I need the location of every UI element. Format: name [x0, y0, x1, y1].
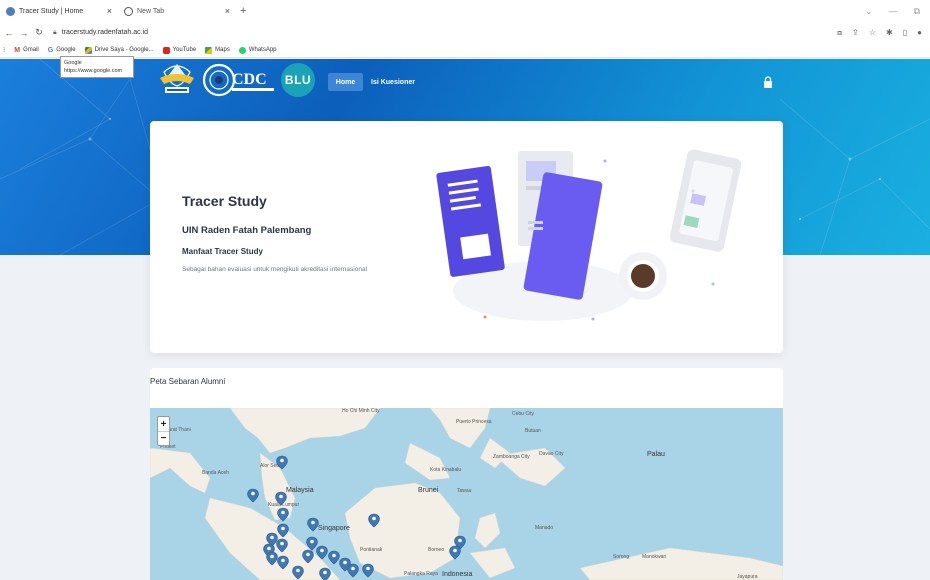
apps-icon[interactable]: ⁝: [3, 46, 5, 54]
tab-new-tab[interactable]: New Tab ×: [118, 0, 236, 22]
address-bar[interactable]: 🔒︎ tracerstudy.radenfatah.ac.id: [53, 29, 148, 37]
documents-illustration: [436, 149, 742, 321]
browser-tab-bar: Tracer Study | Home × New Tab × + ⌄ — ⧉: [0, 0, 930, 22]
toolbar-icons: ⧈ ⇪ ☆ ✱ ▯ ●: [837, 28, 930, 38]
map-card-header: Peta Sebaran Alumni: [150, 368, 783, 408]
nav-kuesioner-link[interactable]: Isi Kuesioner: [371, 73, 415, 91]
alumni-map[interactable]: + − Ho Chi Minh City Cebu City Puerto Pr…: [150, 408, 783, 580]
hero-card: Tracer Study UIN Raden Fatah Palembang M…: [150, 121, 783, 353]
lock-icon[interactable]: [763, 76, 773, 88]
address-bar-row: ← → ↻ 🔒︎ tracerstudy.radenfatah.ac.id ⧈ …: [0, 22, 930, 43]
bookmark-gmail[interactable]: M Gmail: [14, 47, 39, 54]
zoom-out-button[interactable]: −: [158, 431, 169, 445]
svg-text:CDC: CDC: [232, 71, 267, 88]
star-icon[interactable]: ☆: [869, 28, 876, 38]
window-controls: ⌄ — ⧉: [865, 6, 930, 17]
bookmark-drive[interactable]: Drive Saya - Google...: [84, 46, 154, 54]
tab-tracer-study[interactable]: Tracer Study | Home ×: [0, 0, 118, 22]
tab-title: New Tab: [137, 7, 165, 15]
blu-logo[interactable]: BLU: [281, 63, 315, 97]
uin-logo[interactable]: [156, 62, 198, 98]
restore-icon[interactable]: ⧉: [914, 6, 920, 17]
maps-icon: [205, 46, 213, 54]
new-tab-button[interactable]: +: [236, 5, 250, 17]
globe-icon: [124, 6, 133, 16]
address-text[interactable]: tracerstudy.radenfatah.ac.id: [62, 29, 148, 36]
bookmark-youtube[interactable]: YouTube: [162, 46, 196, 54]
map-title: Peta Sebaran Alumni: [150, 377, 226, 386]
bookmarks-bar: ⁝ M Gmail G Google Drive Saya - Google... …: [0, 43, 930, 58]
gmail-icon: M: [14, 46, 21, 54]
sidebar-icon[interactable]: ▯: [903, 28, 907, 38]
zoom-in-button[interactable]: +: [158, 417, 169, 431]
logo-group: CDC BLU: [156, 62, 315, 98]
drive-icon: [84, 46, 92, 54]
map-markers: [247, 455, 466, 580]
reload-icon[interactable]: ↻: [33, 27, 45, 38]
hero-subtitle: UIN Raden Fatah Palembang: [182, 225, 312, 236]
youtube-icon: [162, 46, 170, 54]
bookmark-maps[interactable]: Maps: [205, 46, 230, 54]
hero-description: Sebagai bahan evaluasi untuk mengikuti a…: [182, 266, 368, 273]
tab-title: Tracer Study | Home: [19, 7, 84, 15]
secure-lock-icon[interactable]: 🔒︎: [53, 29, 57, 37]
nav-home-link[interactable]: Home: [328, 73, 363, 91]
close-tab-icon[interactable]: ×: [107, 6, 112, 16]
bookmark-tooltip: Google https://www.google.com: [60, 56, 134, 78]
google-icon: G: [47, 46, 54, 54]
close-tab-icon[interactable]: ×: [225, 6, 230, 16]
bookmark-whatsapp[interactable]: WhatsApp: [238, 46, 277, 54]
minimize-icon[interactable]: —: [889, 6, 898, 17]
chevron-down-icon[interactable]: ⌄: [865, 6, 873, 17]
forward-icon[interactable]: →: [18, 28, 30, 38]
cdc-logo[interactable]: CDC: [202, 62, 277, 98]
back-icon[interactable]: ←: [3, 28, 15, 38]
bookmark-google[interactable]: G Google: [48, 47, 76, 54]
hero-title: Tracer Study: [182, 193, 267, 209]
hero-section-heading: Manfaat Tracer Study: [182, 247, 263, 256]
profile-icon[interactable]: ●: [917, 28, 922, 38]
site-favicon-icon: [6, 6, 15, 16]
map-zoom-controls: + −: [157, 416, 170, 446]
location-pin-icon: [247, 455, 466, 580]
share-icon[interactable]: ⇪: [852, 28, 859, 38]
translate-icon[interactable]: ⧈: [837, 28, 842, 38]
whatsapp-icon: [238, 46, 246, 54]
extensions-icon[interactable]: ✱: [886, 28, 893, 38]
